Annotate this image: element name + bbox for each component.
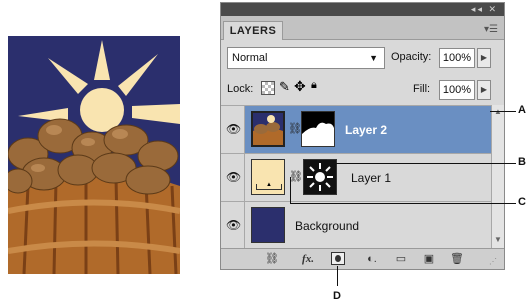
scroll-down-icon[interactable]: ▼	[494, 235, 502, 244]
opacity-slider-arrow-icon[interactable]: ▶	[477, 48, 491, 68]
callout-line-c-vertical	[290, 177, 291, 203]
panel-bottom-bar: ⛓︎ fx. ◐. ▭ ▣ 🗑︎ ⋰	[221, 248, 504, 269]
new-group-folder-icon[interactable]: ▭	[393, 253, 409, 265]
visibility-toggle[interactable]: 👁︎	[221, 106, 245, 153]
lock-all-icon[interactable]: 🔒︎	[311, 79, 317, 92]
vector-mask-thumbnail[interactable]	[301, 111, 335, 147]
chain-link-icon[interactable]: ⛓︎	[288, 122, 302, 135]
fx-layer-style-icon[interactable]: fx.	[297, 253, 319, 265]
layers-panel: ◂◂ ✕ LAYERS ▾☰ Normal ▼ Opacity: 100% ▶ …	[220, 2, 505, 270]
callout-line-c	[290, 203, 516, 204]
layer-row-layer-1[interactable]: 👁︎ ▲ ⛓︎ Layer 1	[221, 153, 491, 201]
opacity-label: Opacity:	[391, 51, 432, 63]
layer-name[interactable]: Layer 2	[345, 123, 387, 137]
lock-image-brush-icon[interactable]: ✎	[279, 79, 290, 95]
link-layers-icon[interactable]: ⛓︎	[263, 253, 281, 265]
layer-name[interactable]: Background	[295, 219, 359, 233]
layer-row-layer-2[interactable]: 👁︎ ⛓︎ Layer 2	[221, 105, 491, 153]
lock-position-move-icon[interactable]: ✥	[294, 78, 306, 95]
document-image	[8, 36, 180, 274]
layer-thumbnail[interactable]	[251, 207, 285, 243]
fill-slider-arrow-icon[interactable]: ▶	[477, 80, 491, 100]
collapse-close-icon[interactable]: ◂◂ ✕	[471, 4, 498, 15]
adjustment-layer-icon[interactable]: ◐.	[363, 253, 381, 265]
tab-layers[interactable]: LAYERS	[223, 21, 283, 40]
layer-thumbnail[interactable]	[251, 111, 285, 147]
blend-mode-value: Normal	[232, 52, 268, 64]
callout-c: C	[518, 196, 526, 208]
panel-menu-icon[interactable]: ▾☰	[484, 24, 498, 35]
layer-thumbnail[interactable]: ▲	[251, 159, 285, 195]
callout-a: A	[518, 104, 526, 116]
opacity-field[interactable]: 100%	[439, 48, 475, 68]
fill-label: Fill:	[413, 83, 431, 95]
eye-icon: 👁︎	[226, 122, 242, 136]
panel-title-bar[interactable]: ◂◂ ✕	[221, 3, 504, 16]
callout-d: D	[333, 290, 341, 302]
callout-line-a	[490, 111, 516, 112]
visibility-toggle[interactable]: 👁︎	[221, 202, 245, 248]
layer-name[interactable]: Layer 1	[351, 171, 391, 185]
add-mask-icon[interactable]	[331, 252, 345, 265]
panel-tab-row: LAYERS ▾☰	[221, 16, 504, 40]
layers-scrollbar[interactable]: ▲ ▼	[491, 105, 504, 248]
callout-line-b	[330, 163, 516, 164]
trash-delete-icon[interactable]: 🗑︎	[449, 253, 465, 265]
fill-field[interactable]: 100%	[439, 80, 475, 100]
lock-transparency-icon[interactable]	[261, 81, 275, 95]
lock-label: Lock:	[227, 83, 254, 95]
blend-mode-select[interactable]: Normal ▼	[227, 47, 385, 69]
chevron-down-icon: ▼	[369, 53, 378, 63]
layer-row-background[interactable]: 👁︎ Background	[221, 201, 491, 248]
eye-icon: 👁︎	[226, 170, 242, 184]
callout-line-d	[337, 266, 338, 286]
eye-icon: 👁︎	[226, 218, 242, 232]
callout-b: B	[518, 156, 526, 168]
resize-grip-icon[interactable]: ⋰	[489, 257, 497, 266]
new-layer-icon[interactable]: ▣	[421, 253, 437, 265]
layer-mask-thumbnail[interactable]	[303, 159, 337, 195]
chain-link-icon[interactable]: ⛓︎	[289, 170, 303, 183]
visibility-toggle[interactable]: 👁︎	[221, 154, 245, 201]
